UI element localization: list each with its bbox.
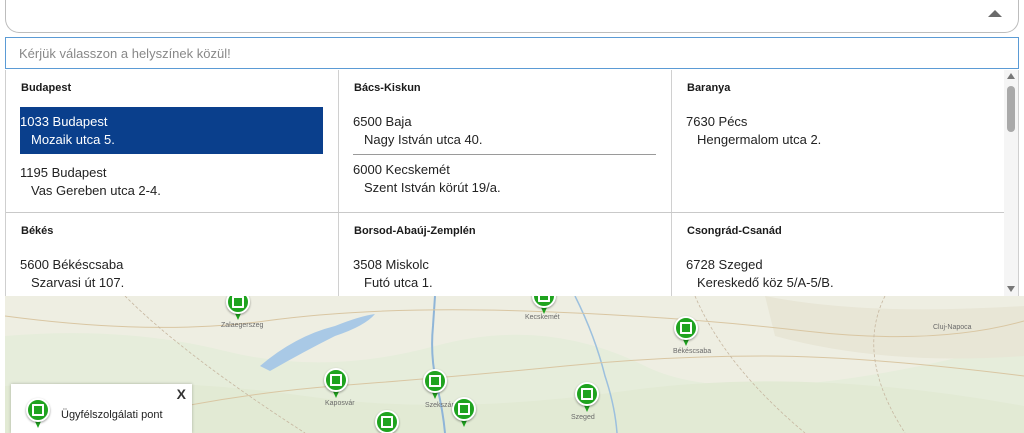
region-baranya: Baranya 7630 Pécs Hengermalom utca 2. — [672, 70, 1005, 213]
map-legend: X Ügyfélszolgálati pont — [11, 384, 192, 433]
office-street: Hengermalom utca 2. — [697, 132, 822, 147]
region-name: Borsod-Abaúj-Zemplén — [354, 225, 476, 237]
location-search-input[interactable] — [5, 37, 1019, 69]
office-city: 6728 Szeged — [686, 257, 763, 272]
office-city: 1033 Budapest — [20, 114, 108, 129]
caret-up-icon[interactable] — [988, 10, 1002, 17]
office-city: 5600 Békéscsaba — [20, 257, 124, 272]
office-street: Kereskedő köz 5/A-5/B. — [697, 275, 834, 290]
office-city: 1195 Budapest — [20, 165, 107, 180]
region-budapest: Budapest 1033 Budapest Mozaik utca 5. 11… — [6, 70, 339, 213]
office-option[interactable]: 3508 Miskolc Futó utca 1. — [353, 250, 656, 296]
office-street: Szent István körút 19/a. — [364, 180, 501, 195]
dropdown-scrollbar[interactable] — [1004, 70, 1018, 296]
office-street: Mozaik utca 5. — [31, 132, 115, 147]
location-dropdown: Budapest 1033 Budapest Mozaik utca 5. 11… — [5, 70, 1019, 296]
location-pin-icon[interactable] — [451, 397, 477, 433]
office-option[interactable]: 6500 Baja Nagy István utca 40. — [353, 107, 656, 154]
office-city: 7630 Pécs — [686, 114, 748, 129]
location-pin-icon[interactable] — [531, 296, 557, 320]
office-option[interactable]: 6000 Kecskemét Szent István körút 19/a. — [353, 155, 656, 202]
region-name: Baranya — [687, 82, 731, 94]
region-borsod: Borsod-Abaúj-Zemplén 3508 Miskolc Futó u… — [339, 213, 672, 296]
location-pin-icon[interactable] — [374, 410, 400, 433]
location-pin-icon — [25, 398, 51, 433]
location-select[interactable] — [5, 0, 1019, 33]
office-street: Nagy István utca 40. — [364, 132, 483, 147]
office-street: Szarvasi út 107. — [31, 275, 125, 290]
scroll-thumb[interactable] — [1007, 86, 1015, 132]
office-option[interactable]: 6728 Szeged Kereskedő köz 5/A-5/B. — [686, 250, 989, 296]
region-name: Bács-Kiskun — [354, 82, 421, 94]
location-pin-icon[interactable] — [422, 369, 448, 405]
office-option[interactable]: 1033 Budapest Mozaik utca 5. — [20, 107, 323, 154]
scroll-down-icon[interactable] — [1007, 286, 1015, 292]
office-city: 6500 Baja — [353, 114, 412, 129]
office-street: Futó utca 1. — [364, 275, 433, 290]
office-city: 3508 Miskolc — [353, 257, 429, 272]
office-option[interactable]: 5600 Békéscsaba Szarvasi út 107. — [20, 250, 323, 296]
region-bekes: Békés 5600 Békéscsaba Szarvasi út 107. — [6, 213, 339, 296]
office-city: 6000 Kecskemét — [353, 162, 450, 177]
map-label: Cluj-Napoca — [933, 324, 972, 331]
region-name: Budapest — [21, 82, 72, 94]
location-pin-icon[interactable] — [323, 368, 349, 404]
location-pin-icon[interactable] — [673, 316, 699, 352]
region-name: Csongrád-Csanád — [687, 225, 782, 237]
legend-close-button[interactable]: X — [177, 386, 186, 402]
region-name: Békés — [21, 225, 54, 237]
location-pin-icon[interactable] — [574, 382, 600, 418]
office-street: Vas Gereben utca 2-4. — [31, 183, 161, 198]
region-bacs-kiskun: Bács-Kiskun 6500 Baja Nagy István utca 4… — [339, 70, 672, 213]
legend-label: Ügyfélszolgálati pont — [61, 409, 163, 421]
location-pin-icon[interactable] — [225, 296, 251, 326]
scroll-up-icon[interactable] — [1007, 73, 1015, 79]
region-csongrad: Csongrád-Csanád 6728 Szeged Kereskedő kö… — [672, 213, 1005, 296]
office-option[interactable]: 1195 Budapest Vas Gereben utca 2-4. — [20, 158, 323, 205]
office-option[interactable]: 7630 Pécs Hengermalom utca 2. — [686, 107, 989, 154]
